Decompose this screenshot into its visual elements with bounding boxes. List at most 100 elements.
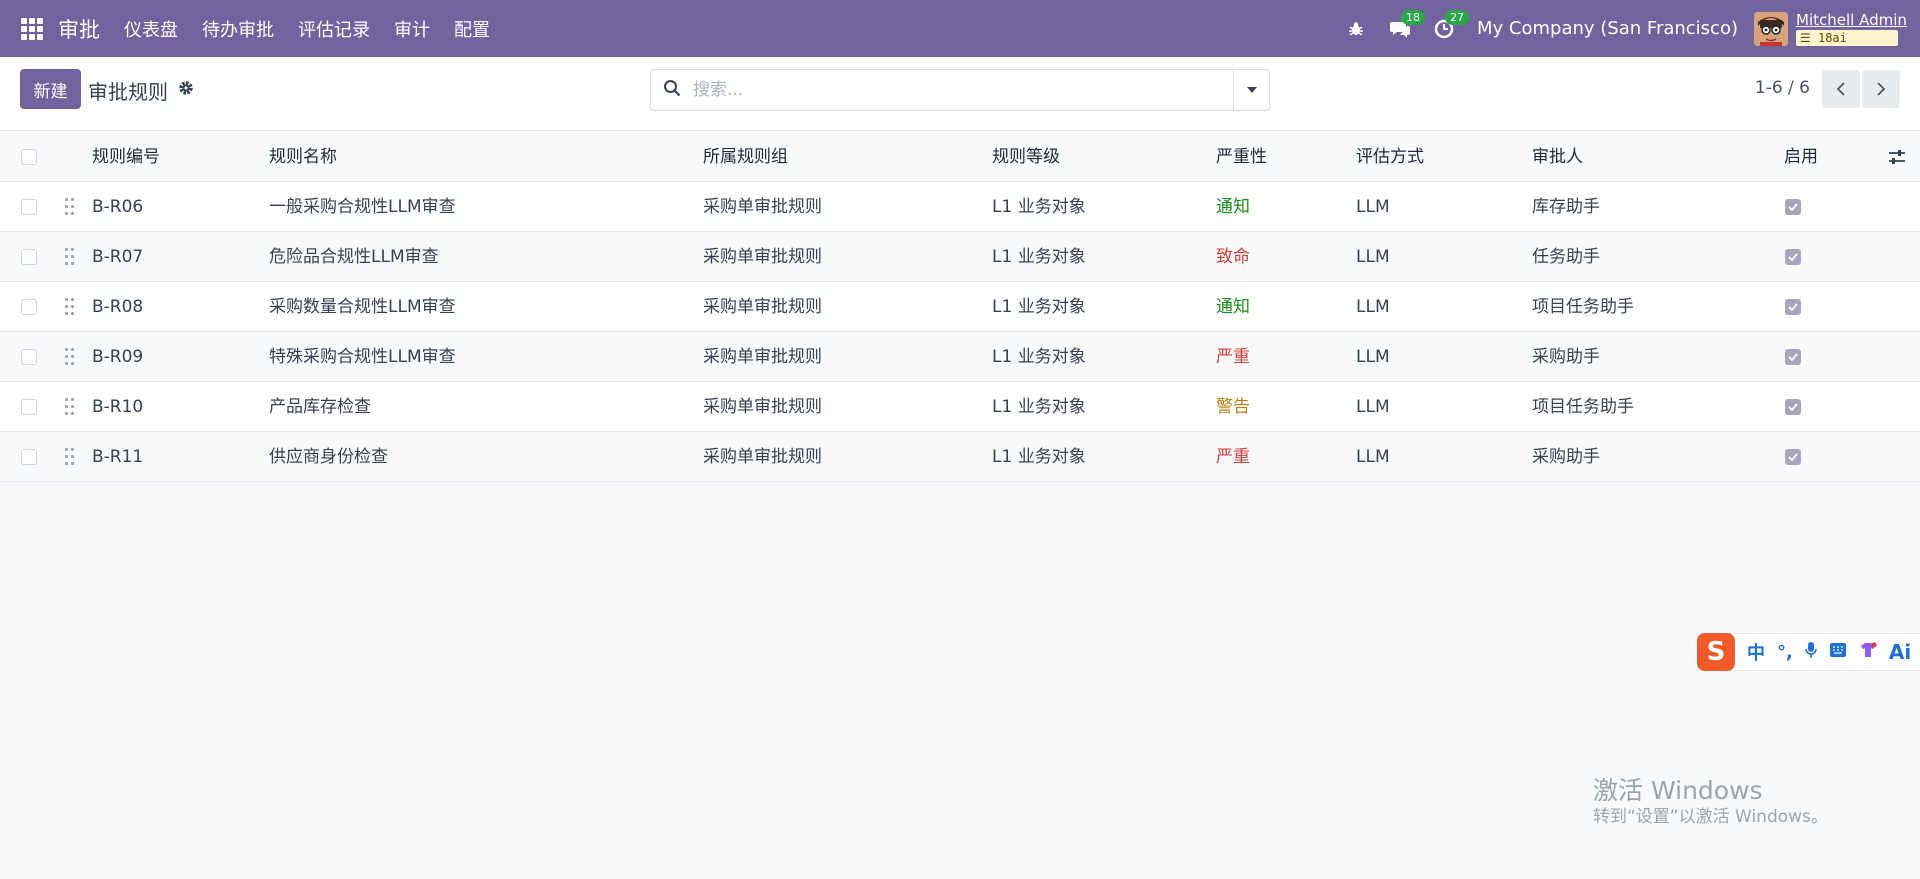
table-row[interactable]: B-R07 危险品合规性LLM审查 采购单审批规则 L1 业务对象 致命 LLM 任务助手: [0, 232, 1920, 282]
sogou-logo-icon[interactable]: S: [1697, 633, 1735, 671]
drag-handle-icon[interactable]: [65, 448, 77, 466]
drag-handle-icon[interactable]: [65, 198, 77, 216]
watermark-subtitle: 转到“设置”以激活 Windows。: [1593, 807, 1828, 827]
column-header-approver[interactable]: 审批人: [1532, 132, 1583, 182]
page-title: 审批规则: [88, 80, 168, 104]
debug-bug-icon[interactable]: [1345, 18, 1367, 40]
search-input[interactable]: [693, 80, 1233, 100]
cell-severity: 警告: [1216, 397, 1250, 417]
gear-icon[interactable]: [178, 80, 194, 101]
cell-group: 采购单审批规则: [703, 297, 822, 317]
cell-name: 产品库存检查: [269, 397, 371, 417]
activities-clock-icon[interactable]: 27: [1433, 9, 1470, 40]
pager-next-button[interactable]: [1862, 70, 1900, 108]
apps-menu-icon[interactable]: [21, 17, 43, 40]
search-icon: [663, 79, 681, 102]
punctuation-icon[interactable]: °,: [1777, 642, 1793, 663]
cell-level: L1 业务对象: [992, 347, 1086, 367]
drag-handle-icon[interactable]: [65, 398, 77, 416]
row-select-checkbox[interactable]: [21, 449, 37, 465]
cell-method: LLM: [1356, 197, 1390, 217]
column-header-code[interactable]: 规则编号: [92, 132, 160, 182]
new-button[interactable]: 新建: [20, 69, 81, 109]
enabled-checkbox[interactable]: [1785, 399, 1801, 415]
search-bar: [650, 69, 1270, 111]
enabled-checkbox[interactable]: [1785, 299, 1801, 315]
cell-group: 采购单审批规则: [703, 247, 822, 267]
chevron-left-icon: [1836, 82, 1845, 96]
cell-level: L1 业务对象: [992, 197, 1086, 217]
keyboard-icon[interactable]: [1829, 642, 1847, 663]
pager-value[interactable]: 1-6 / 6: [1755, 78, 1810, 98]
optional-columns-sliders-icon[interactable]: [1888, 148, 1906, 171]
search-options-toggle[interactable]: [1233, 70, 1269, 110]
cell-name: 采购数量合规性LLM审查: [269, 297, 456, 317]
row-select-checkbox[interactable]: [21, 249, 37, 265]
cell-severity: 严重: [1216, 447, 1250, 467]
database-tag: ☰ 18ai: [1796, 29, 1898, 46]
column-header-severity[interactable]: 严重性: [1216, 132, 1267, 182]
cell-method: LLM: [1356, 397, 1390, 417]
enabled-checkbox[interactable]: [1785, 349, 1801, 365]
cell-level: L1 业务对象: [992, 247, 1086, 267]
enabled-checkbox[interactable]: [1785, 249, 1801, 265]
menu-pending-approval[interactable]: 待办审批: [202, 16, 274, 42]
ime-ai-button[interactable]: Ai: [1889, 640, 1911, 664]
menu-audit[interactable]: 审计: [394, 16, 430, 42]
microphone-icon[interactable]: [1805, 641, 1817, 664]
cell-group: 采购单审批规则: [703, 347, 822, 367]
cell-group: 采购单审批规则: [703, 447, 822, 467]
enabled-checkbox[interactable]: [1785, 199, 1801, 215]
cell-severity: 通知: [1216, 297, 1250, 317]
row-select-checkbox[interactable]: [21, 399, 37, 415]
row-select-checkbox[interactable]: [21, 299, 37, 315]
windows-activation-watermark: 激活 Windows 转到“设置”以激活 Windows。: [1593, 776, 1828, 828]
messages-icon[interactable]: 18: [1389, 9, 1426, 40]
column-header-method[interactable]: 评估方式: [1356, 132, 1424, 182]
row-select-checkbox[interactable]: [21, 199, 37, 215]
enabled-checkbox[interactable]: [1785, 449, 1801, 465]
table-row[interactable]: B-R08 采购数量合规性LLM审查 采购单审批规则 L1 业务对象 通知 LLM 项目任务…: [0, 282, 1920, 332]
menu-evaluation-records[interactable]: 评估记录: [298, 16, 370, 42]
table-row[interactable]: B-R09 特殊采购合规性LLM审查 采购单审批规则 L1 业务对象 严重 LLM 采购助手: [0, 332, 1920, 382]
rules-table: 规则编号 规则名称 所属规则组 规则等级 严重性 评估方式 审批人 启用 B-R…: [0, 132, 1920, 482]
cell-code: B-R08: [92, 297, 144, 317]
cell-approver: 项目任务助手: [1532, 297, 1634, 317]
column-header-name[interactable]: 规则名称: [269, 132, 337, 182]
cell-code: B-R09: [92, 347, 144, 367]
pager-previous-button[interactable]: [1822, 70, 1860, 108]
cell-level: L1 业务对象: [992, 397, 1086, 417]
user-avatar[interactable]: [1754, 11, 1788, 46]
column-header-group[interactable]: 所属规则组: [703, 132, 788, 182]
column-header-enabled[interactable]: 启用: [1784, 132, 1818, 182]
menu-dashboard[interactable]: 仪表盘: [124, 16, 178, 42]
user-name[interactable]: Mitchell Admin: [1796, 11, 1907, 29]
cell-method: LLM: [1356, 447, 1390, 467]
row-select-checkbox[interactable]: [21, 349, 37, 365]
table-row[interactable]: B-R11 供应商身份检查 采购单审批规则 L1 业务对象 严重 LLM 采购助手: [0, 432, 1920, 482]
column-header-level[interactable]: 规则等级: [992, 132, 1060, 182]
cell-name: 特殊采购合规性LLM审查: [269, 347, 456, 367]
cell-name: 供应商身份检查: [269, 447, 388, 467]
skin-icon[interactable]: [1859, 642, 1877, 663]
chevron-right-icon: [1877, 82, 1886, 96]
select-all-checkbox[interactable]: [21, 149, 37, 165]
cell-group: 采购单审批规则: [703, 197, 822, 217]
drag-handle-icon[interactable]: [65, 348, 77, 366]
drag-handle-icon[interactable]: [65, 248, 77, 266]
cell-approver: 任务助手: [1532, 247, 1600, 267]
cell-code: B-R11: [92, 447, 144, 467]
cell-name: 危险品合规性LLM审查: [269, 247, 439, 267]
cell-level: L1 业务对象: [992, 297, 1086, 317]
table-row[interactable]: B-R06 一般采购合规性LLM审查 采购单审批规则 L1 业务对象 通知 LLM 库存助手: [0, 182, 1920, 232]
drag-handle-icon[interactable]: [65, 298, 77, 316]
user-menu[interactable]: Mitchell Admin ☰ 18ai: [1796, 11, 1907, 46]
cell-severity: 致命: [1216, 247, 1250, 267]
table-row[interactable]: B-R10 产品库存检查 采购单审批规则 L1 业务对象 警告 LLM 项目任务助手: [0, 382, 1920, 432]
app-brand[interactable]: 审批: [58, 14, 100, 44]
ime-toolbar: S 中 °, Ai: [1697, 633, 1920, 671]
cell-method: LLM: [1356, 347, 1390, 367]
ime-language-toggle[interactable]: 中: [1747, 639, 1765, 665]
menu-configuration[interactable]: 配置: [454, 16, 490, 42]
company-switcher[interactable]: My Company (San Francisco): [1477, 18, 1738, 39]
